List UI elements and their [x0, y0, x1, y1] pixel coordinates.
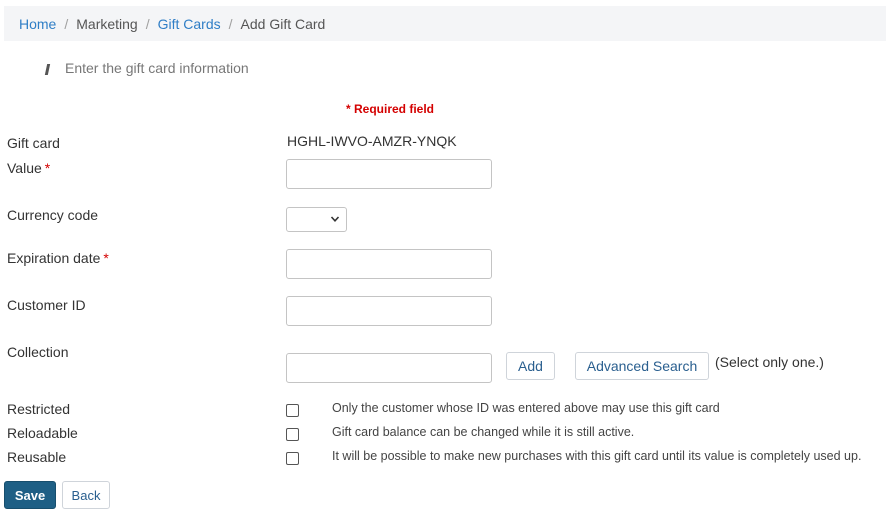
currency-code-select[interactable] [286, 207, 347, 232]
value-input[interactable] [286, 159, 492, 189]
breadcrumb-current-page: Add Gift Card [240, 15, 326, 32]
breadcrumb-home-link[interactable]: Home [19, 16, 56, 32]
section-heading-text: Enter the gift card information [65, 60, 249, 76]
reloadable-checkbox[interactable] [286, 428, 299, 441]
expiration-date-label-text: Expiration date [7, 250, 101, 266]
select-only-one-hint: (Select only one.) [715, 354, 824, 370]
section-heading: Enter the gift card information [44, 60, 249, 76]
back-button[interactable]: Back [62, 481, 110, 509]
breadcrumb: Home / Marketing / Gift Cards / Add Gift… [4, 6, 886, 41]
section-bar-icon [44, 64, 51, 75]
reusable-label: Reusable [7, 449, 67, 465]
expiration-date-label: Expiration date * [7, 250, 109, 266]
restricted-label: Restricted [7, 401, 71, 417]
reloadable-label: Reloadable [7, 425, 78, 441]
expiration-date-input[interactable] [286, 249, 492, 279]
reloadable-description: Gift card balance can be changed while i… [332, 425, 635, 439]
save-button[interactable]: Save [4, 481, 56, 509]
breadcrumb-separator: / [64, 15, 69, 32]
add-collection-button[interactable]: Add [506, 352, 555, 380]
breadcrumb-marketing: Marketing [76, 15, 138, 32]
restricted-checkbox[interactable] [286, 404, 299, 417]
chevron-down-icon [330, 216, 340, 222]
restricted-description: Only the customer whose ID was entered a… [332, 401, 720, 415]
collection-label: Collection [7, 344, 69, 360]
value-label: Value * [7, 160, 50, 176]
currency-code-label: Currency code [7, 207, 99, 223]
breadcrumb-separator: / [228, 15, 233, 32]
reusable-checkbox[interactable] [286, 452, 299, 465]
required-star: * [44, 160, 51, 176]
gift-card-code: HGHL-IWVO-AMZR-YNQK [287, 133, 457, 149]
customer-id-label: Customer ID [7, 297, 86, 313]
advanced-search-button[interactable]: Advanced Search [575, 352, 709, 380]
value-label-text: Value [7, 160, 42, 176]
customer-id-input[interactable] [286, 296, 492, 326]
required-field-note: * Required field [346, 102, 435, 116]
required-star: * [103, 250, 109, 266]
breadcrumb-separator: / [145, 15, 150, 32]
reusable-description: It will be possible to make new purchase… [332, 449, 862, 463]
breadcrumb-gift-cards-link[interactable]: Gift Cards [158, 16, 221, 32]
collection-input[interactable] [286, 353, 492, 383]
gift-card-label: Gift card [7, 135, 60, 151]
